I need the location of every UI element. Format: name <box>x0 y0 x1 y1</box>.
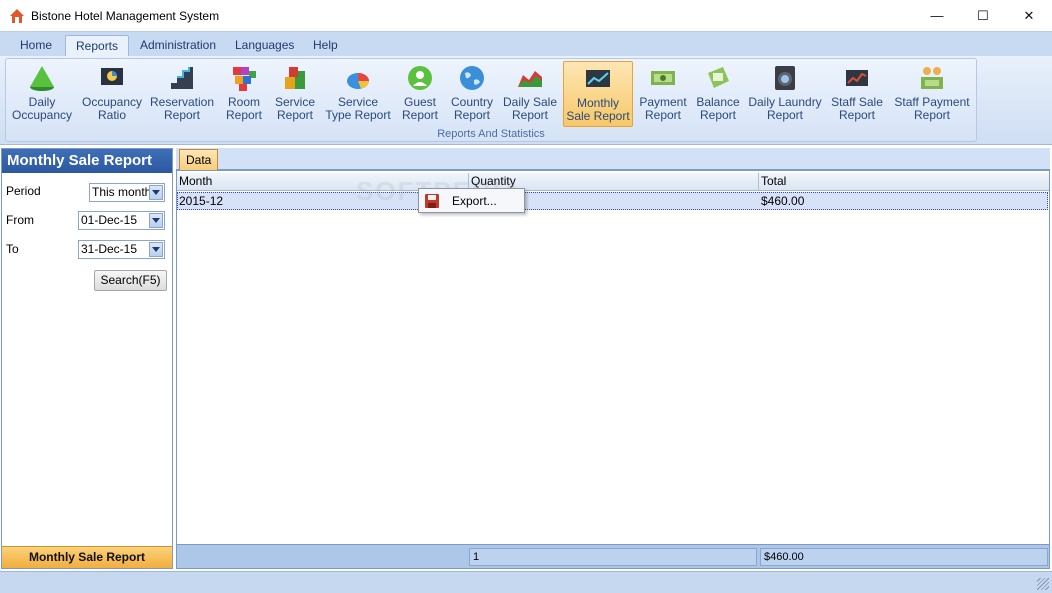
pie-3d-icon <box>347 73 369 89</box>
balance-report-button[interactable]: Balance Report <box>693 61 743 127</box>
daily-laundry-report-label-2: Report <box>766 108 804 122</box>
occupancy-ratio-label-2: Ratio <box>97 108 126 122</box>
service-report-label-2: Report <box>276 108 314 122</box>
colored-blocks-icon <box>233 67 256 91</box>
panel-footer-title[interactable]: Monthly Sale Report <box>2 546 172 568</box>
from-label: From <box>6 213 34 227</box>
daily-occupancy-label-2: Occupancy <box>11 108 73 122</box>
tab-data[interactable]: Data <box>179 149 219 170</box>
staff-sale-report-button[interactable]: Staff Sale Report <box>827 61 887 127</box>
ribbon: Daily Occupancy Occupancy Ratio Reservat… <box>0 56 1052 145</box>
summary-total: $460.00 <box>760 548 1048 566</box>
guest-report-button[interactable]: Guest Report <box>396 61 444 127</box>
cube-stack-icon <box>285 67 305 89</box>
tab-help[interactable]: Help <box>303 35 348 57</box>
context-menu: Export... <box>418 188 525 213</box>
panel-title: Monthly Sale Report <box>2 149 172 173</box>
floppy-disk-icon <box>424 193 440 209</box>
export-menu-item[interactable]: Export... <box>421 191 522 211</box>
window-title: Bistone Hotel Management System <box>31 8 220 23</box>
from-date-value: 01-Dec-15 <box>81 213 138 227</box>
menu-tab-bar: Home Reports Administration Languages He… <box>0 31 1052 57</box>
to-date-value: 31-Dec-15 <box>81 242 138 256</box>
tab-home[interactable]: Home <box>10 35 62 57</box>
money-icon <box>651 71 675 85</box>
occupancy-ratio-button[interactable]: Occupancy Ratio <box>79 61 145 127</box>
period-value: This month <box>92 185 152 199</box>
stairs-chart-icon <box>171 67 193 89</box>
calculator-icon <box>708 67 729 88</box>
country-report-button[interactable]: Country Report <box>448 61 496 127</box>
close-icon: ✕ <box>1023 7 1035 23</box>
reservation-report-label-2: Report <box>163 108 201 122</box>
to-label: To <box>6 242 19 256</box>
area-chart-icon <box>518 71 542 87</box>
chevron-down-icon[interactable] <box>149 213 163 228</box>
service-report-button[interactable]: Service Report <box>270 61 320 127</box>
title-bar: Bistone Hotel Management System — ☐ ✕ <box>0 0 1052 31</box>
room-report-label-2: Report <box>225 108 263 122</box>
line-chart-icon <box>846 70 868 86</box>
maximize-button[interactable]: ☐ <box>960 0 1006 31</box>
tab-reports[interactable]: Reports <box>65 35 130 57</box>
daily-sale-report-label-2: Report <box>511 108 549 122</box>
washing-machine-icon <box>775 66 795 90</box>
globe-icon <box>460 66 484 90</box>
daily-laundry-report-button[interactable]: Daily Laundry Report <box>747 61 823 127</box>
tab-administration[interactable]: Administration <box>130 35 226 57</box>
period-select[interactable]: This month <box>89 183 165 202</box>
grid-summary-footer: 1 $460.00 <box>177 544 1049 568</box>
country-report-label-2: Report <box>453 108 491 122</box>
guest-report-label-2: Report <box>401 108 439 122</box>
grid-header: Month Quantity Total <box>177 173 1049 191</box>
minimize-button[interactable]: — <box>914 0 960 31</box>
tab-languages[interactable]: Languages <box>225 35 304 57</box>
close-button[interactable]: ✕ <box>1006 0 1052 31</box>
to-date-picker[interactable]: 31-Dec-15 <box>78 240 165 259</box>
daily-occupancy-button[interactable]: Daily Occupancy <box>9 61 75 127</box>
daily-sale-report-button[interactable]: Daily Sale Report <box>500 61 560 127</box>
monthly-sale-report-label-2: Sale Report <box>566 109 630 123</box>
staff-payment-report-button[interactable]: Staff Payment Report <box>891 61 973 127</box>
service-type-report-button[interactable]: Service Type Report <box>324 61 392 127</box>
export-menu-label: Export... <box>452 194 497 208</box>
balance-report-label-2: Report <box>699 108 737 122</box>
payment-report-label-2: Report <box>644 108 682 122</box>
column-header-total[interactable]: Total <box>759 173 1049 191</box>
maximize-icon: ☐ <box>977 7 989 23</box>
ribbon-group-label: Reports And Statistics <box>437 128 545 140</box>
summary-quantity: 1 <box>469 548 757 566</box>
minimize-icon: — <box>930 8 944 23</box>
data-tab-strip: Data <box>176 148 1050 170</box>
report-grid: Month Quantity Total 2015-12 $460.00 1 $… <box>176 170 1050 569</box>
chevron-down-icon[interactable] <box>149 185 163 200</box>
reports-ribbon-group: Daily Occupancy Occupancy Ratio Reservat… <box>5 58 977 142</box>
hotel-house-icon <box>9 8 25 24</box>
from-date-picker[interactable]: 01-Dec-15 <box>78 211 165 230</box>
search-button[interactable]: Search(F5) <box>94 270 167 291</box>
monthly-chart-icon <box>586 70 610 87</box>
service-type-report-label-2: Type Report <box>325 108 391 122</box>
status-bar <box>0 571 1052 593</box>
staff-payment-report-label-2: Report <box>913 108 951 122</box>
period-label: Period <box>6 184 41 198</box>
room-report-button[interactable]: Room Report <box>220 61 268 127</box>
guest-icon <box>408 66 432 90</box>
resize-grip-icon[interactable] <box>1037 578 1049 590</box>
cell-total: $460.00 <box>761 194 805 208</box>
table-row[interactable]: 2015-12 $460.00 <box>177 192 1048 210</box>
staff-money-icon <box>921 67 943 89</box>
monthly-sale-report-button[interactable]: Monthly Sale Report <box>563 61 633 127</box>
chevron-down-icon[interactable] <box>149 242 163 257</box>
reservation-report-button[interactable]: Reservation Report <box>148 61 216 127</box>
payment-report-button[interactable]: Payment Report <box>637 61 689 127</box>
report-filter-panel: Monthly Sale Report Period This month Fr… <box>1 148 173 569</box>
staff-sale-report-label-2: Report <box>838 108 876 122</box>
green-cone-icon <box>30 66 54 91</box>
pie-monitor-icon <box>101 68 123 85</box>
